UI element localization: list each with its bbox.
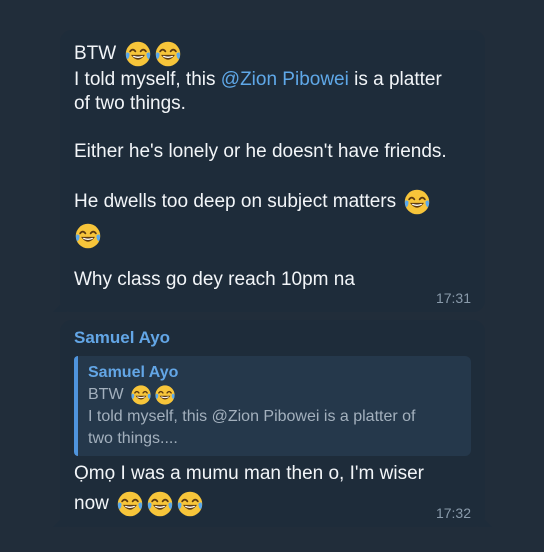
bubble-tail [53, 513, 67, 527]
message-line: of two things. [74, 93, 186, 114]
message-line: Ọmọ I was a mumu man then o, I'm wiser [74, 463, 424, 485]
message-timestamp: 17:32 [435, 505, 471, 521]
sender-name[interactable]: Samuel Ayo [74, 326, 471, 350]
reply-text-line: I told myself, this @Zion Pibowei is a p… [88, 408, 416, 426]
message-line: Why class go dey reach 10pm na [74, 269, 355, 290]
face-with-tears-of-joy-icon [124, 40, 152, 68]
bubble-tail [478, 513, 492, 527]
message-timestamp: 17:31 [435, 290, 471, 306]
face-with-tears-of-joy-icon [176, 490, 204, 518]
face-with-tears-of-joy-icon [403, 188, 431, 216]
chat-view: BTW I told myself, this @Zion Pibowei is… [0, 0, 544, 552]
message-bubble[interactable]: Samuel Ayo Samuel Ayo BTW I told myself,… [53, 320, 492, 527]
bubble-tail [53, 298, 67, 312]
face-with-tears-of-joy-icon [116, 490, 144, 518]
face-with-tears-of-joy-icon [130, 384, 152, 406]
face-with-tears-of-joy-icon [154, 384, 176, 406]
reply-text-line: two things.... [88, 430, 178, 448]
face-with-tears-of-joy-icon [154, 40, 182, 68]
face-with-tears-of-joy-icon [146, 490, 174, 518]
face-with-tears-of-joy-icon [74, 222, 102, 250]
message-line: Either he's lonely or he doesn't have fr… [74, 141, 447, 162]
mention-link[interactable]: @Zion Pibowei [221, 69, 349, 90]
reply-sender-name: Samuel Ayo [88, 364, 179, 381]
message-line: BTW [74, 40, 471, 68]
message-line: now [74, 490, 471, 518]
message-bubble[interactable]: BTW I told myself, this @Zion Pibowei is… [53, 30, 485, 312]
message-line: I told myself, this @Zion Pibowei is a p… [74, 69, 442, 90]
reply-text-line: BTW [88, 384, 461, 406]
reply-quote[interactable]: Samuel Ayo BTW I told myself, this @Zion… [74, 356, 471, 457]
message-line: He dwells too deep on subject matters [74, 188, 471, 216]
message-line [74, 222, 471, 250]
